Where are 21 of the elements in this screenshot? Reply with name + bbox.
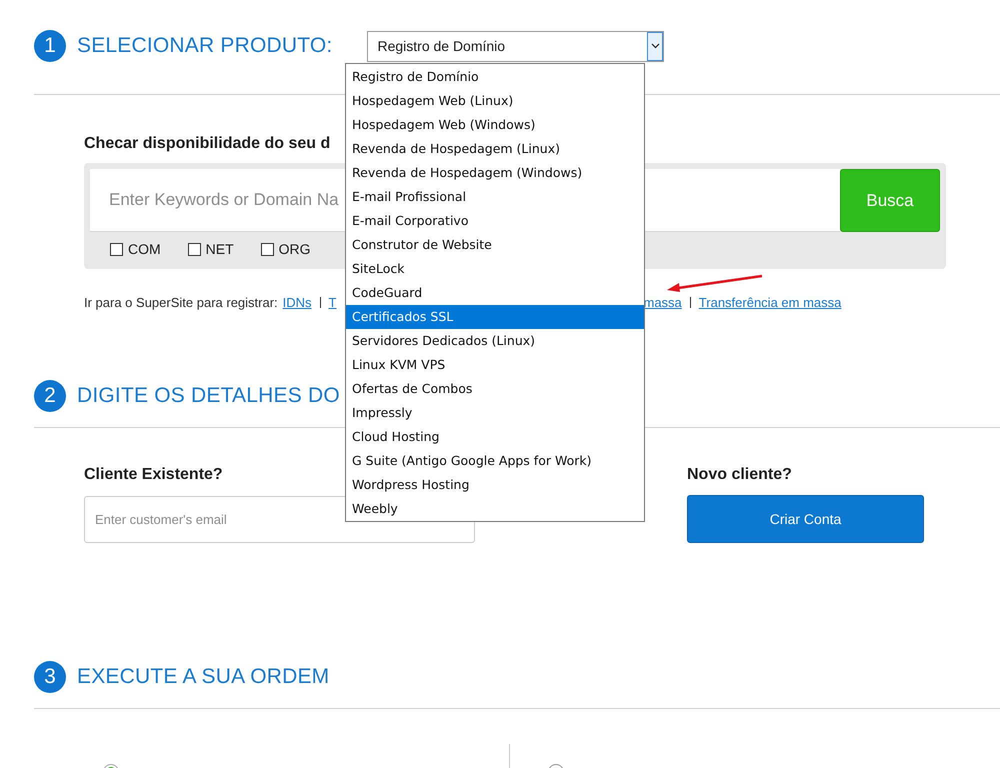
section-heading: Cliente Existente? [84,466,223,484]
step-number: 2 [34,380,66,412]
dropdown-option[interactable]: Certificados SSL [346,305,644,329]
supersite-link[interactable]: massa [644,295,682,310]
section-heading: Checar disponibilidade do seu d [84,135,330,153]
section-title: SELECIONAR PRODUTO: [77,34,332,58]
step-number: 3 [34,661,66,693]
tld-checkbox[interactable]: NET [188,241,234,257]
tld-checkbox[interactable]: COM [110,241,161,257]
caret-icon [647,32,664,60]
supersite-link[interactable]: T [328,295,336,310]
product-select[interactable]: Registro de Domínio [367,30,664,62]
supersite-link[interactable]: Transferência em massa [698,295,842,310]
section-title: DIGITE OS DETALHES DO [77,384,340,408]
supersite-link[interactable]: IDNs [282,295,312,310]
supersite-label: Ir para o SuperSite para registrar: [84,295,278,310]
step-number: 1 [34,30,66,62]
section-title: EXECUTE A SUA ORDEM [77,665,330,689]
create-account-button[interactable]: Criar Conta [687,495,924,543]
tld-checkbox[interactable]: ORG [260,241,311,257]
section-heading: Novo cliente? [687,466,792,484]
